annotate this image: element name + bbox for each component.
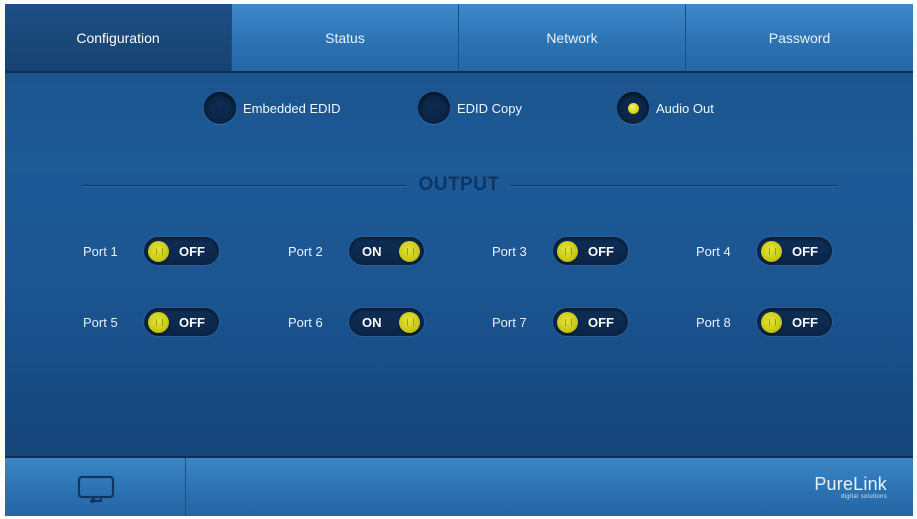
app-window: Configuration Status Network Password Em… — [5, 4, 913, 516]
port-label: Port 8 — [696, 314, 731, 330]
toggle-knob — [761, 312, 782, 333]
port-6: Port 6 ON — [288, 307, 425, 337]
port-3-toggle[interactable]: OFF — [552, 236, 629, 266]
port-7-toggle[interactable]: OFF — [552, 307, 629, 337]
divider-left — [82, 185, 407, 186]
toggle-knob — [399, 241, 420, 262]
toggle-state: OFF — [179, 244, 205, 259]
toggle-knob — [399, 312, 420, 333]
toggle-state: OFF — [179, 315, 205, 330]
edid-copy-label: EDID Copy — [457, 100, 523, 116]
footer-divider — [185, 458, 186, 516]
port-2-toggle[interactable]: ON — [348, 236, 425, 266]
brand-logo: PureLink digital solutions — [814, 474, 887, 500]
footer-bar: PureLink digital solutions — [5, 456, 913, 516]
toggle-state: OFF — [792, 244, 818, 259]
divider-right — [511, 185, 837, 186]
tab-configuration[interactable]: Configuration — [5, 4, 232, 71]
brand-name: PureLink — [814, 474, 887, 494]
tab-network[interactable]: Network — [459, 4, 686, 71]
toggle-state: ON — [362, 315, 382, 330]
toggle-knob — [557, 241, 578, 262]
toggle-state: OFF — [792, 315, 818, 330]
toggle-state: ON — [362, 244, 382, 259]
embedded-edid-radio[interactable] — [204, 92, 236, 124]
port-4-toggle[interactable]: OFF — [756, 236, 833, 266]
port-label: Port 5 — [83, 314, 118, 330]
toggle-state: OFF — [588, 244, 614, 259]
port-1-toggle[interactable]: OFF — [143, 236, 220, 266]
toggle-state: OFF — [588, 315, 614, 330]
port-label: Port 2 — [288, 243, 323, 259]
tab-status[interactable]: Status — [232, 4, 459, 71]
port-3: Port 3 OFF — [492, 236, 629, 266]
edid-copy-option[interactable]: EDID Copy — [418, 92, 522, 124]
tab-bar: Configuration Status Network Password — [5, 4, 913, 73]
tab-password[interactable]: Password — [686, 4, 913, 71]
port-8-toggle[interactable]: OFF — [756, 307, 833, 337]
embedded-edid-option[interactable]: Embedded EDID — [204, 92, 341, 124]
port-1: Port 1 OFF — [83, 236, 220, 266]
port-5-toggle[interactable]: OFF — [143, 307, 220, 337]
audio-out-radio[interactable] — [617, 92, 649, 124]
audio-out-option[interactable]: Audio Out — [617, 92, 714, 124]
selected-dot — [627, 102, 639, 114]
port-4: Port 4 OFF — [696, 236, 833, 266]
port-label: Port 7 — [492, 314, 527, 330]
toggle-knob — [761, 241, 782, 262]
port-label: Port 1 — [83, 243, 118, 259]
audio-out-label: Audio Out — [656, 100, 714, 116]
embedded-edid-label: Embedded EDID — [243, 100, 341, 116]
port-label: Port 4 — [696, 243, 731, 259]
return-icon[interactable] — [77, 475, 115, 506]
port-6-toggle[interactable]: ON — [348, 307, 425, 337]
port-label: Port 3 — [492, 243, 527, 259]
output-heading: OUTPUT — [418, 174, 500, 195]
toggle-knob — [557, 312, 578, 333]
port-8: Port 8 OFF — [696, 307, 833, 337]
edid-copy-radio[interactable] — [418, 92, 450, 124]
port-2: Port 2 ON — [288, 236, 425, 266]
toggle-knob — [148, 312, 169, 333]
port-7: Port 7 OFF — [492, 307, 629, 337]
port-label: Port 6 — [288, 314, 323, 330]
port-5: Port 5 OFF — [83, 307, 220, 337]
toggle-knob — [148, 241, 169, 262]
